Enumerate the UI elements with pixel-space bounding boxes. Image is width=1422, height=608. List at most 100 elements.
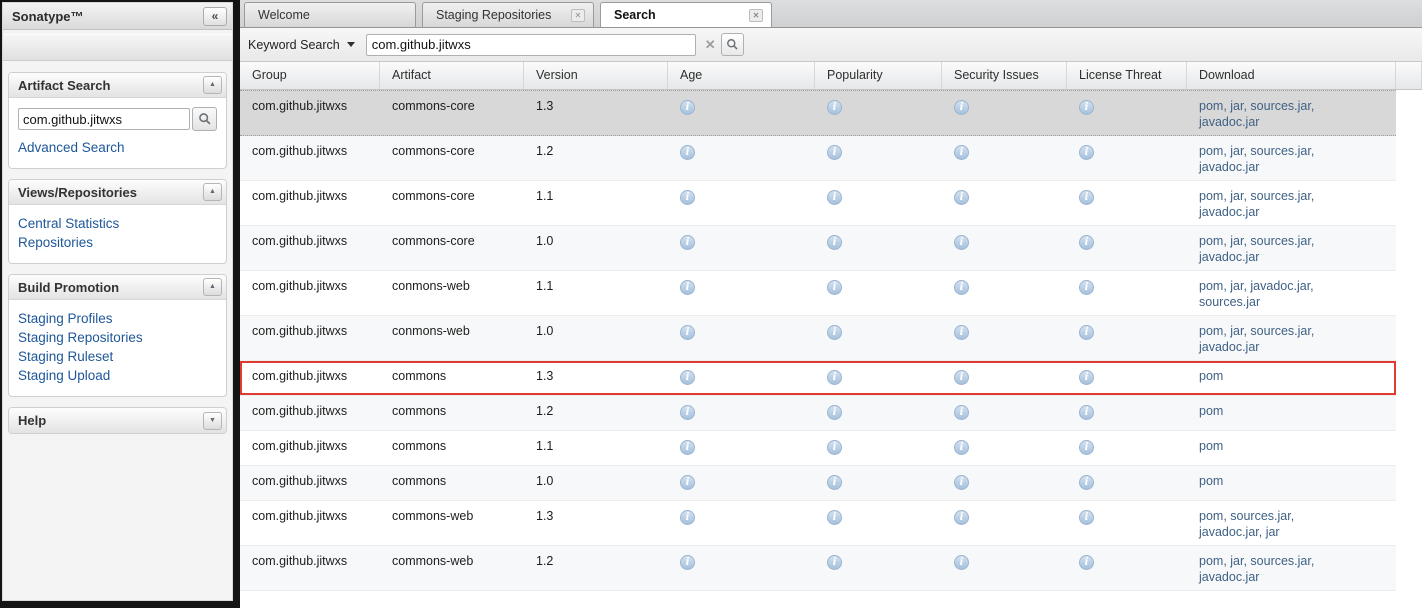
sidebar-link-staging-profiles[interactable]: Staging Profiles (18, 309, 217, 328)
info-icon[interactable]: i (1079, 475, 1094, 490)
tab-welcome[interactable]: Welcome (244, 2, 416, 27)
info-icon[interactable]: i (1079, 280, 1094, 295)
info-icon[interactable]: i (954, 190, 969, 205)
info-icon[interactable]: i (827, 190, 842, 205)
download-links[interactable]: pom, jar, sources.jar, javadoc.jar (1199, 188, 1357, 220)
sidebar-link-repositories[interactable]: Repositories (18, 233, 217, 252)
info-icon[interactable]: i (1079, 235, 1094, 250)
result-row[interactable]: com.github.jitwxs commons 1.1 i i i i pom (240, 431, 1396, 466)
result-row[interactable]: com.github.jitwxs commons-core 1.0 i i i i pom,… (240, 226, 1396, 271)
result-row[interactable]: com.github.jitwxs commons-web 1.3 i i i i pom, … (240, 501, 1396, 546)
info-icon[interactable]: i (954, 100, 969, 115)
download-links[interactable]: pom, jar, javadoc.jar, sources.jar (1199, 278, 1357, 310)
info-icon[interactable]: i (954, 405, 969, 420)
info-icon[interactable]: i (827, 145, 842, 160)
tab-search[interactable]: Search ✕ (600, 2, 772, 27)
search-mode-dropdown[interactable]: Keyword Search (248, 38, 355, 52)
download-links[interactable]: pom (1199, 403, 1223, 419)
sidebar-collapse-button[interactable]: « (203, 6, 227, 26)
result-row[interactable]: com.github.jitwxs commons 1.0 i i i i pom (240, 466, 1396, 501)
advanced-search-link[interactable]: Advanced Search (18, 138, 217, 157)
column-header-age[interactable]: Age (668, 62, 815, 89)
info-icon[interactable]: i (827, 325, 842, 340)
column-header-version[interactable]: Version (524, 62, 668, 89)
result-row[interactable]: com.github.jitwxs commons-core 1.2 i i i i pom,… (240, 136, 1396, 181)
sidebar-link-central-statistics[interactable]: Central Statistics (18, 214, 217, 233)
tab-close-icon[interactable]: ✕ (749, 8, 763, 22)
info-icon[interactable]: i (1079, 145, 1094, 160)
info-icon[interactable]: i (954, 555, 969, 570)
result-row[interactable]: com.github.jitwxs conmons-web 1.0 i i i i pom, … (240, 316, 1396, 361)
sidebar-link-staging-upload[interactable]: Staging Upload (18, 366, 217, 385)
info-icon[interactable]: i (954, 145, 969, 160)
info-icon[interactable]: i (1079, 405, 1094, 420)
info-icon[interactable]: i (954, 280, 969, 295)
expand-panel-button[interactable]: ▼ (203, 411, 222, 430)
info-icon[interactable]: i (954, 370, 969, 385)
info-icon[interactable]: i (1079, 370, 1094, 385)
info-icon[interactable]: i (827, 235, 842, 250)
column-header-license-threat[interactable]: License Threat (1067, 62, 1187, 89)
keyword-search-input[interactable] (365, 33, 696, 56)
info-icon[interactable]: i (1079, 510, 1094, 525)
panel-views-repositories-header[interactable]: Views/Repositories ▲ (9, 180, 226, 205)
download-links[interactable]: pom, jar, sources.jar, javadoc.jar (1199, 323, 1357, 355)
collapse-panel-button[interactable]: ▲ (203, 278, 222, 296)
info-icon[interactable]: i (827, 100, 842, 115)
info-icon[interactable]: i (827, 405, 842, 420)
info-icon[interactable]: i (680, 235, 695, 250)
column-header-download[interactable]: Download (1187, 62, 1396, 89)
download-links[interactable]: pom, jar, sources.jar, javadoc.jar (1199, 98, 1357, 130)
info-icon[interactable]: i (680, 370, 695, 385)
info-icon[interactable]: i (680, 555, 695, 570)
search-submit-button[interactable] (720, 33, 744, 56)
download-links[interactable]: pom, jar, sources.jar, javadoc.jar (1199, 553, 1357, 585)
info-icon[interactable]: i (1079, 440, 1094, 455)
download-links[interactable]: pom (1199, 438, 1223, 454)
info-icon[interactable]: i (1079, 555, 1094, 570)
info-icon[interactable]: i (680, 100, 695, 115)
tab-close-icon[interactable]: ✕ (571, 8, 585, 22)
info-icon[interactable]: i (954, 440, 969, 455)
info-icon[interactable]: i (827, 555, 842, 570)
artifact-search-input[interactable] (18, 108, 190, 130)
info-icon[interactable]: i (680, 145, 695, 160)
info-icon[interactable]: i (954, 510, 969, 525)
info-icon[interactable]: i (1079, 190, 1094, 205)
column-header-artifact[interactable]: Artifact (380, 62, 524, 89)
panel-artifact-search-header[interactable]: Artifact Search ▲ (9, 73, 226, 98)
sidebar-link-staging-ruleset[interactable]: Staging Ruleset (18, 347, 217, 366)
download-links[interactable]: pom, jar, sources.jar, javadoc.jar (1199, 143, 1357, 175)
info-icon[interactable]: i (680, 405, 695, 420)
artifact-search-button[interactable] (192, 107, 217, 131)
tab-staging-repositories[interactable]: Staging Repositories ✕ (422, 2, 594, 27)
info-icon[interactable]: i (827, 280, 842, 295)
info-icon[interactable]: i (827, 510, 842, 525)
info-icon[interactable]: i (827, 370, 842, 385)
info-icon[interactable]: i (1079, 325, 1094, 340)
download-links[interactable]: pom (1199, 368, 1223, 384)
download-links[interactable]: pom (1199, 473, 1223, 489)
download-links[interactable]: pom, sources.jar, javadoc.jar, jar (1199, 508, 1357, 540)
sidebar-link-staging-repositories[interactable]: Staging Repositories (18, 328, 217, 347)
column-header-security-issues[interactable]: Security Issues (942, 62, 1067, 89)
info-icon[interactable]: i (680, 440, 695, 455)
info-icon[interactable]: i (827, 475, 842, 490)
result-row[interactable]: com.github.jitwxs commons-core 1.3 i i i i pom,… (240, 90, 1396, 136)
column-header-group[interactable]: Group (240, 62, 380, 89)
info-icon[interactable]: i (954, 235, 969, 250)
clear-search-icon[interactable]: ✕ (705, 37, 716, 53)
result-row[interactable]: com.github.jitwxs conmons-web 1.1 i i i i pom, … (240, 271, 1396, 316)
download-links[interactable]: pom, jar, sources.jar, javadoc.jar (1199, 233, 1357, 265)
result-row[interactable]: com.github.jitwxs commons-core 1.1 i i i i pom,… (240, 181, 1396, 226)
collapse-panel-button[interactable]: ▲ (203, 183, 222, 201)
result-row[interactable]: com.github.jitwxs commons-web 1.2 i i i i pom, … (240, 546, 1396, 591)
result-row[interactable]: com.github.jitwxs commons 1.3 i i i i pom (240, 361, 1396, 396)
info-icon[interactable]: i (680, 190, 695, 205)
info-icon[interactable]: i (680, 280, 695, 295)
collapse-panel-button[interactable]: ▲ (203, 76, 222, 94)
panel-build-promotion-header[interactable]: Build Promotion ▲ (9, 275, 226, 300)
info-icon[interactable]: i (680, 475, 695, 490)
info-icon[interactable]: i (954, 325, 969, 340)
column-header-popularity[interactable]: Popularity (815, 62, 942, 89)
